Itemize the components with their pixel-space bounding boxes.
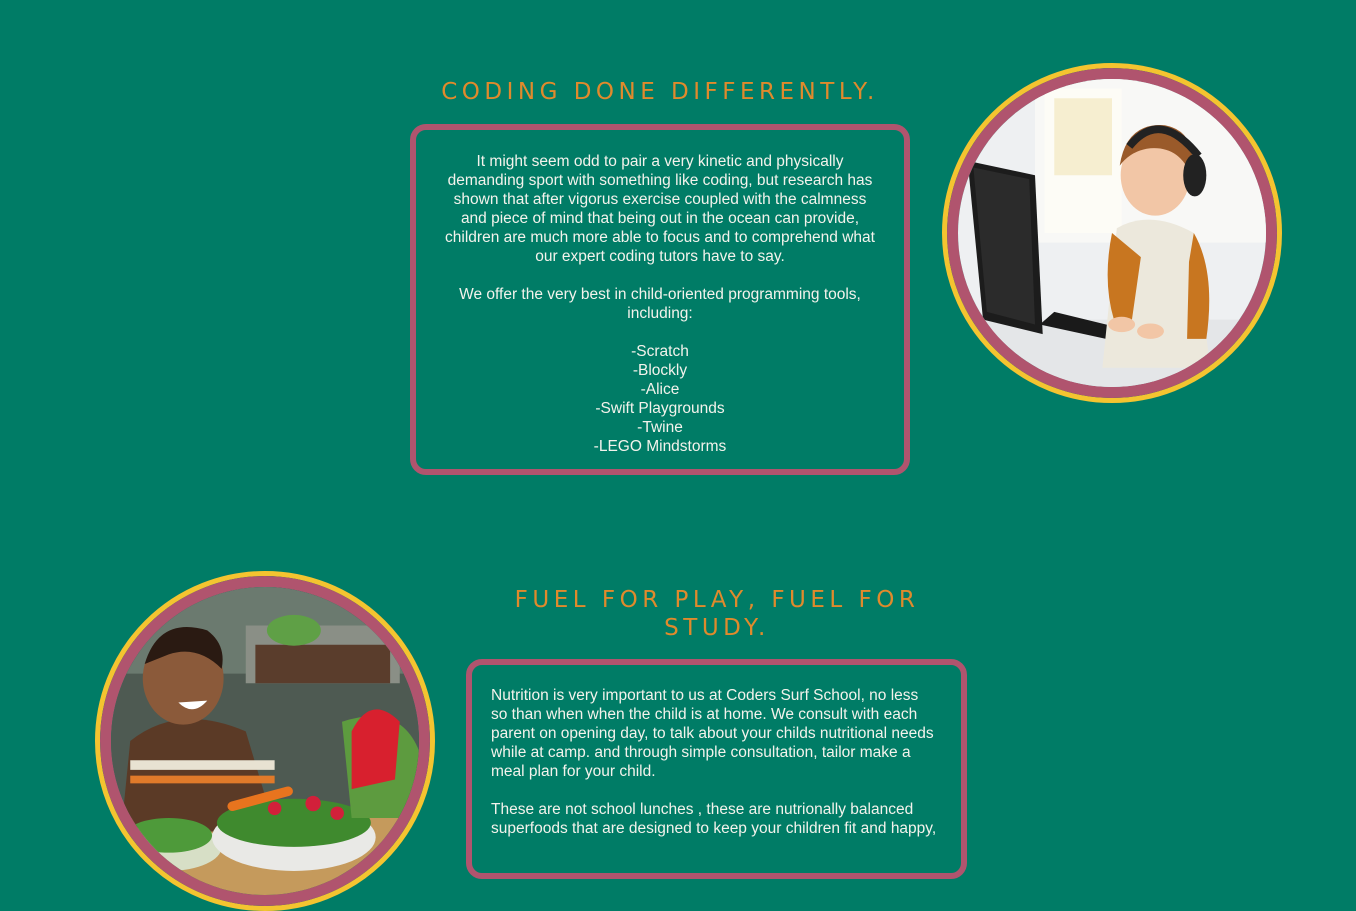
coding-card: It might seem odd to pair a very kinetic… bbox=[410, 124, 910, 475]
nutrition-card: Nutrition is very important to us at Cod… bbox=[466, 659, 967, 879]
coding-heading: CODING DONE DIFFERENTLY. bbox=[441, 79, 879, 105]
coding-photo bbox=[942, 63, 1282, 403]
nutrition-paragraph-1: Nutrition is very important to us at Cod… bbox=[491, 687, 934, 780]
nutrition-paragraph-2: These are not school lunches , these are… bbox=[491, 801, 937, 837]
boy-at-computer-image bbox=[958, 79, 1266, 387]
nutrition-photo bbox=[95, 571, 435, 911]
tool-item: -LEGO Mindstorms bbox=[593, 438, 727, 455]
tool-item: -Blockly bbox=[632, 362, 688, 379]
coding-paragraph: It might seem odd to pair a very kinetic… bbox=[445, 153, 875, 265]
tools-list: -Scratch -Blockly -Alice -Swift Playgrou… bbox=[440, 342, 880, 456]
child-eating-image bbox=[111, 587, 419, 895]
tools-intro: We offer the very best in child-oriented… bbox=[459, 286, 861, 322]
tool-item: -Scratch bbox=[631, 343, 689, 360]
nutrition-heading: FUEL FOR PLAY, FUEL FOR STUDY. bbox=[514, 587, 920, 641]
tool-item: -Twine bbox=[637, 419, 683, 436]
tool-item: -Alice bbox=[640, 381, 680, 398]
tool-item: -Swift Playgrounds bbox=[595, 400, 725, 417]
